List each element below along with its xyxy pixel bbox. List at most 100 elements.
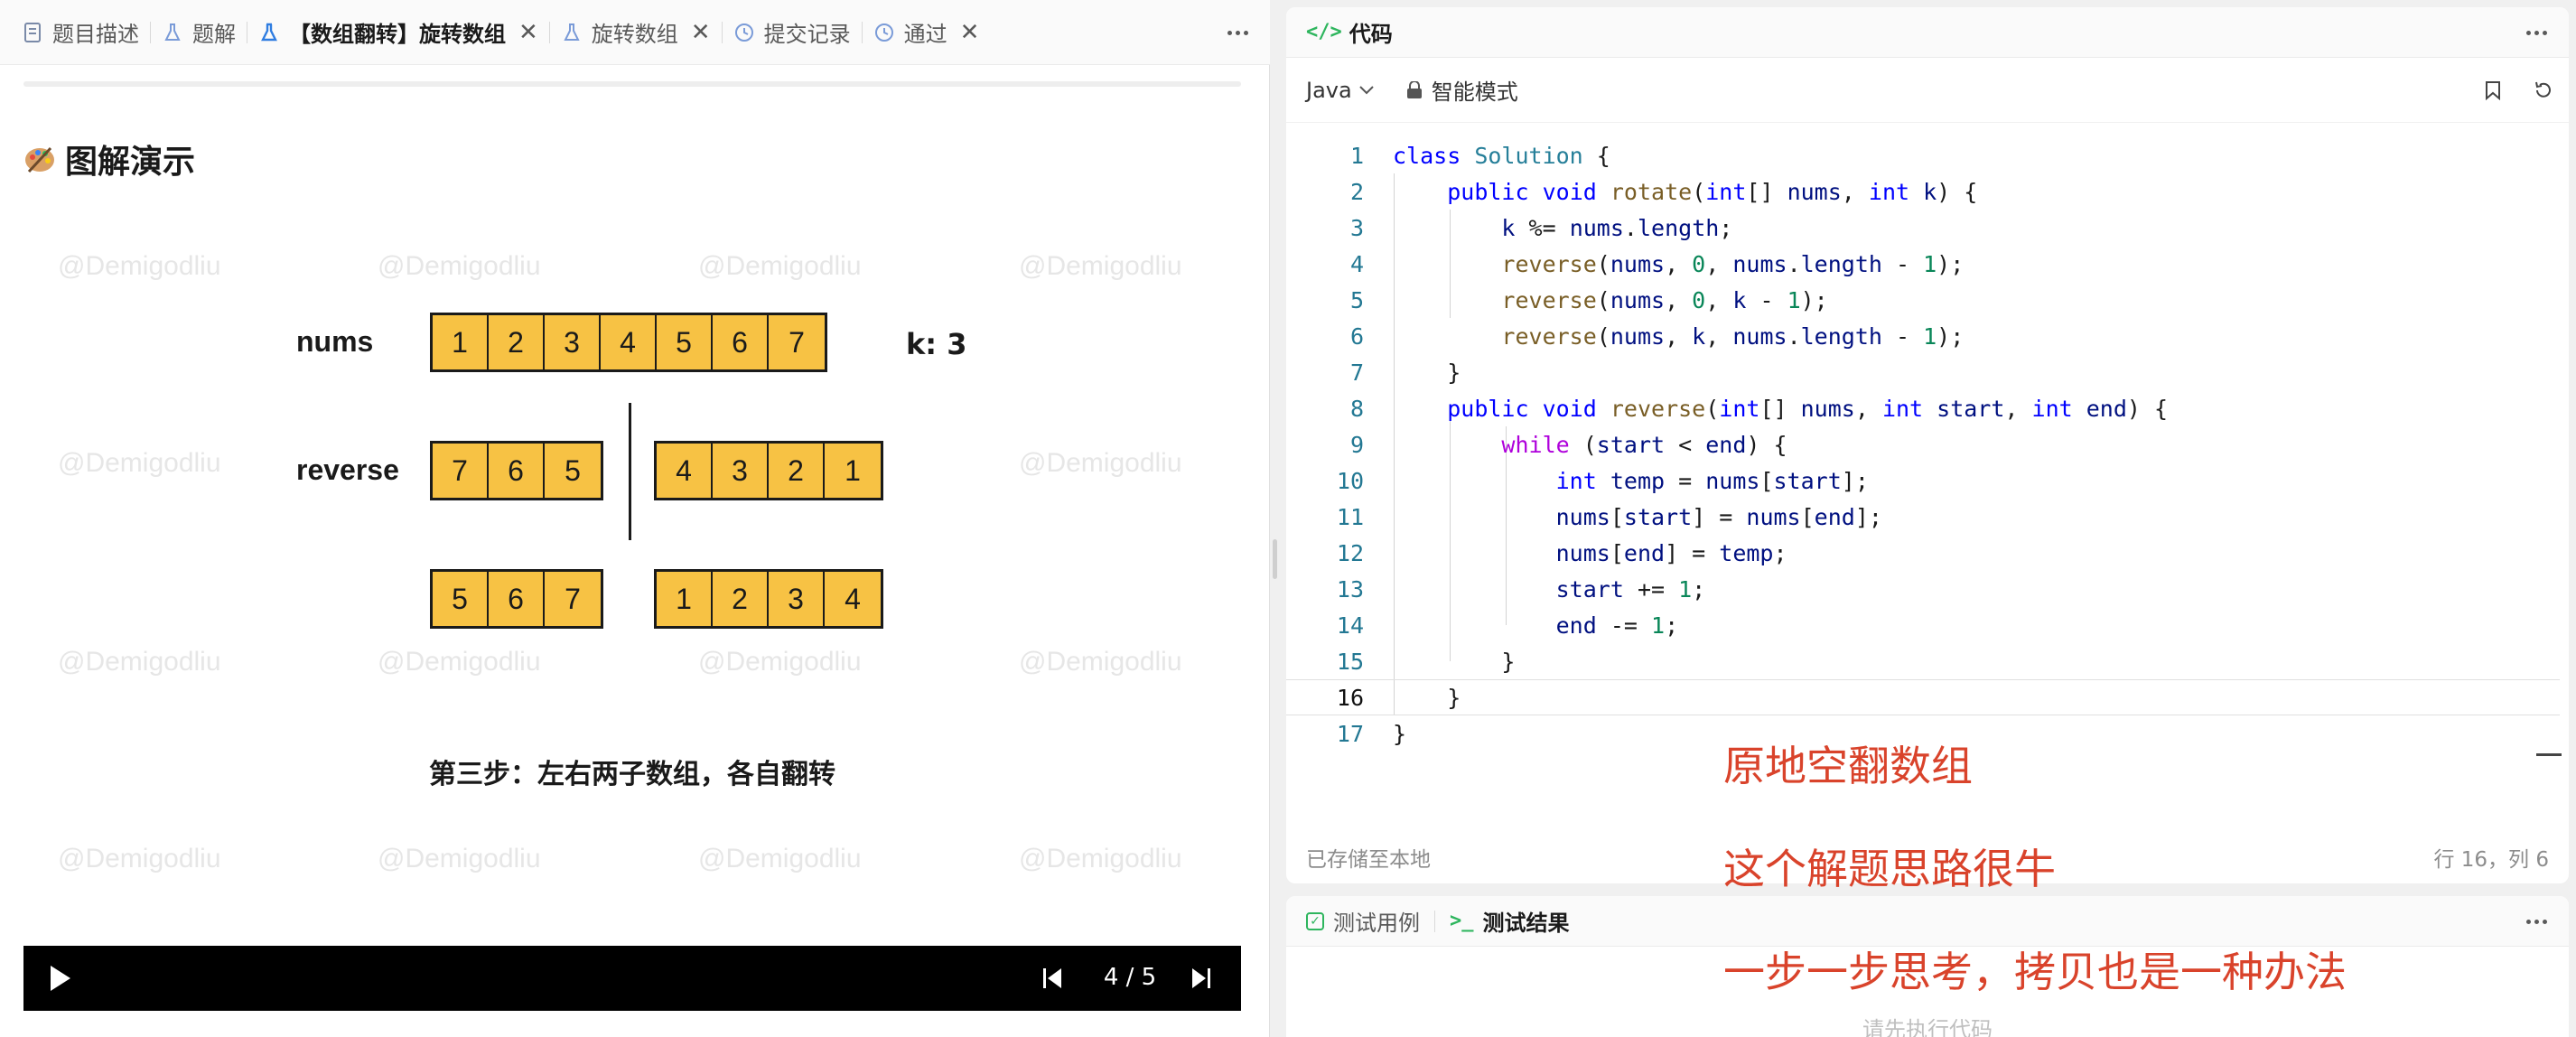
- line-number: 6: [1349, 322, 1364, 350]
- next-icon[interactable]: [1190, 966, 1212, 991]
- code-line: 9 while (start < end) {: [1286, 426, 2560, 462]
- language-select[interactable]: Java: [1306, 78, 1374, 103]
- array-cell: 7: [769, 315, 825, 369]
- code-text: }: [1393, 720, 1407, 747]
- history-icon: [733, 22, 755, 43]
- annotation-note: 一步一步思考，拷贝也是一种办法: [1723, 948, 2347, 996]
- code-editor[interactable]: 1 class Solution { 2 public void rotate(…: [1286, 137, 2569, 756]
- watermark: @Demigodliu: [378, 647, 541, 677]
- smart-mode-toggle[interactable]: 智能模式: [1406, 74, 1518, 106]
- line-number: 14: [1336, 612, 1364, 639]
- line-number: 5: [1349, 286, 1364, 313]
- tab-test-cases[interactable]: ✓ 测试用例: [1306, 905, 1420, 937]
- array-cell: 1: [825, 444, 881, 498]
- array-cell: 4: [825, 572, 881, 626]
- code-panel-title: 代码: [1349, 22, 1393, 47]
- code-text: end -= 1;: [1555, 612, 1679, 639]
- code-text: }: [1393, 648, 1516, 675]
- tab-label: 题解: [192, 22, 236, 47]
- code-line: 4 reverse(nums, 0, nums.length - 1);: [1286, 246, 2560, 282]
- slide-counter: 4 / 5: [1103, 964, 1157, 991]
- panel-resize-handle[interactable]: [1273, 539, 1277, 579]
- tab-solution-article[interactable]: 【数组翻转】旋转数组 ✕: [247, 0, 549, 65]
- more-options-icon[interactable]: [2520, 16, 2553, 49]
- k-label: k: 3: [906, 327, 967, 361]
- code-text: start += 1;: [1555, 575, 1706, 603]
- play-icon[interactable]: [51, 966, 70, 991]
- code-line: 11 nums[start] = nums[end];: [1286, 499, 2560, 535]
- close-icon[interactable]: ✕: [518, 21, 538, 44]
- bookmark-icon[interactable]: [2478, 76, 2507, 105]
- section-heading-text: 图解演示: [65, 144, 196, 181]
- watermark: @Demigodliu: [1019, 647, 1182, 677]
- watermark: @Demigodliu: [1019, 251, 1182, 281]
- code-line-current: 16 }: [1286, 679, 2560, 715]
- line-number: 8: [1349, 395, 1364, 422]
- code-text: nums[end] = temp;: [1555, 539, 1787, 566]
- tab-label: 通过: [903, 22, 947, 47]
- reverse-label: reverse: [296, 453, 399, 486]
- tab-submissions[interactable]: 提交记录: [723, 0, 862, 65]
- line-number: 12: [1336, 539, 1364, 566]
- line-number: 16: [1336, 684, 1364, 711]
- previous-icon[interactable]: [1041, 966, 1063, 991]
- code-line: 5 reverse(nums, 0, k - 1);: [1286, 282, 2560, 318]
- split-divider: [629, 403, 631, 540]
- code-text: reverse(nums, 0, k - 1);: [1501, 286, 1828, 313]
- line-number: 4: [1349, 250, 1364, 277]
- tab-rotate-array[interactable]: 旋转数组 ✕: [550, 0, 722, 65]
- watermark: @Demigodliu: [58, 844, 221, 874]
- tab-accepted[interactable]: 通过 ✕: [863, 0, 991, 65]
- line-number: 15: [1336, 648, 1364, 675]
- code-text: nums[start] = nums[end];: [1555, 503, 1882, 530]
- code-text: reverse(nums, k, nums.length - 1);: [1501, 322, 1965, 350]
- array-cell: 6: [713, 315, 769, 369]
- left-tab-bar: 题目描述 题解 【数组翻转】旋转数组 ✕ 旋转数组 ✕ 提交记录 通过 ✕: [0, 0, 1270, 65]
- watermark: @Demigodliu: [378, 251, 541, 281]
- terminal-icon: >_: [1450, 910, 1474, 932]
- line-number: 3: [1349, 214, 1364, 241]
- watermark: @Demigodliu: [58, 448, 221, 478]
- tab-test-results[interactable]: >_ 测试结果: [1450, 905, 1570, 937]
- watermark: @Demigodliu: [1019, 448, 1182, 478]
- array-cell: 3: [769, 572, 825, 626]
- more-options-icon[interactable]: [1221, 16, 1254, 49]
- slide-player: 4 / 5: [23, 946, 1241, 1011]
- array-cell: 2: [769, 444, 825, 498]
- code-header: </> 代码: [1286, 7, 2569, 58]
- close-icon[interactable]: ✕: [691, 21, 711, 44]
- line-number: 17: [1336, 720, 1364, 747]
- smart-mode-label: 智能模式: [1431, 79, 1518, 105]
- test-placeholder: 请先执行代码: [1862, 1017, 1993, 1037]
- tab-label: 提交记录: [763, 22, 851, 47]
- tab-label: 测试用例: [1333, 911, 1420, 936]
- code-text: public void rotate(int[] nums, int k) {: [1447, 178, 1978, 205]
- more-options-icon[interactable]: [2520, 905, 2553, 938]
- line-number: 10: [1336, 467, 1364, 494]
- code-line: 12 nums[end] = temp;: [1286, 535, 2560, 571]
- code-line: 7 }: [1286, 354, 2560, 390]
- code-toolbar: Java 智能模式: [1286, 58, 2569, 123]
- watermark: @Demigodliu: [58, 251, 221, 281]
- close-icon[interactable]: ✕: [960, 21, 980, 44]
- tab-label: 题目描述: [52, 22, 139, 47]
- tab-description[interactable]: 题目描述: [11, 0, 150, 65]
- tab-separator: [1434, 910, 1435, 932]
- reverse-right-array: 4 3 2 1: [654, 441, 883, 500]
- array-cell: 4: [657, 444, 713, 498]
- tab-label: 旋转数组: [591, 22, 678, 47]
- nums-label: nums: [296, 325, 374, 358]
- scrollbar-marker[interactable]: [2536, 753, 2562, 756]
- line-number: 7: [1349, 359, 1364, 386]
- cursor-position: 行 16，列 6: [2433, 848, 2549, 872]
- watermark: @Demigodliu: [378, 844, 541, 874]
- reset-icon[interactable]: [2529, 76, 2558, 105]
- tab-solutions[interactable]: 题解: [151, 0, 247, 65]
- array-cell: 1: [433, 315, 489, 369]
- solution-panel: 题目描述 题解 【数组翻转】旋转数组 ✕ 旋转数组 ✕ 提交记录 通过 ✕ 图解…: [0, 0, 1270, 1037]
- code-line: 14 end -= 1;: [1286, 607, 2560, 643]
- toolbar-actions: [2457, 76, 2558, 105]
- array-cell: 2: [489, 315, 545, 369]
- code-text: }: [1393, 359, 1461, 386]
- code-line: 13 start += 1;: [1286, 571, 2560, 607]
